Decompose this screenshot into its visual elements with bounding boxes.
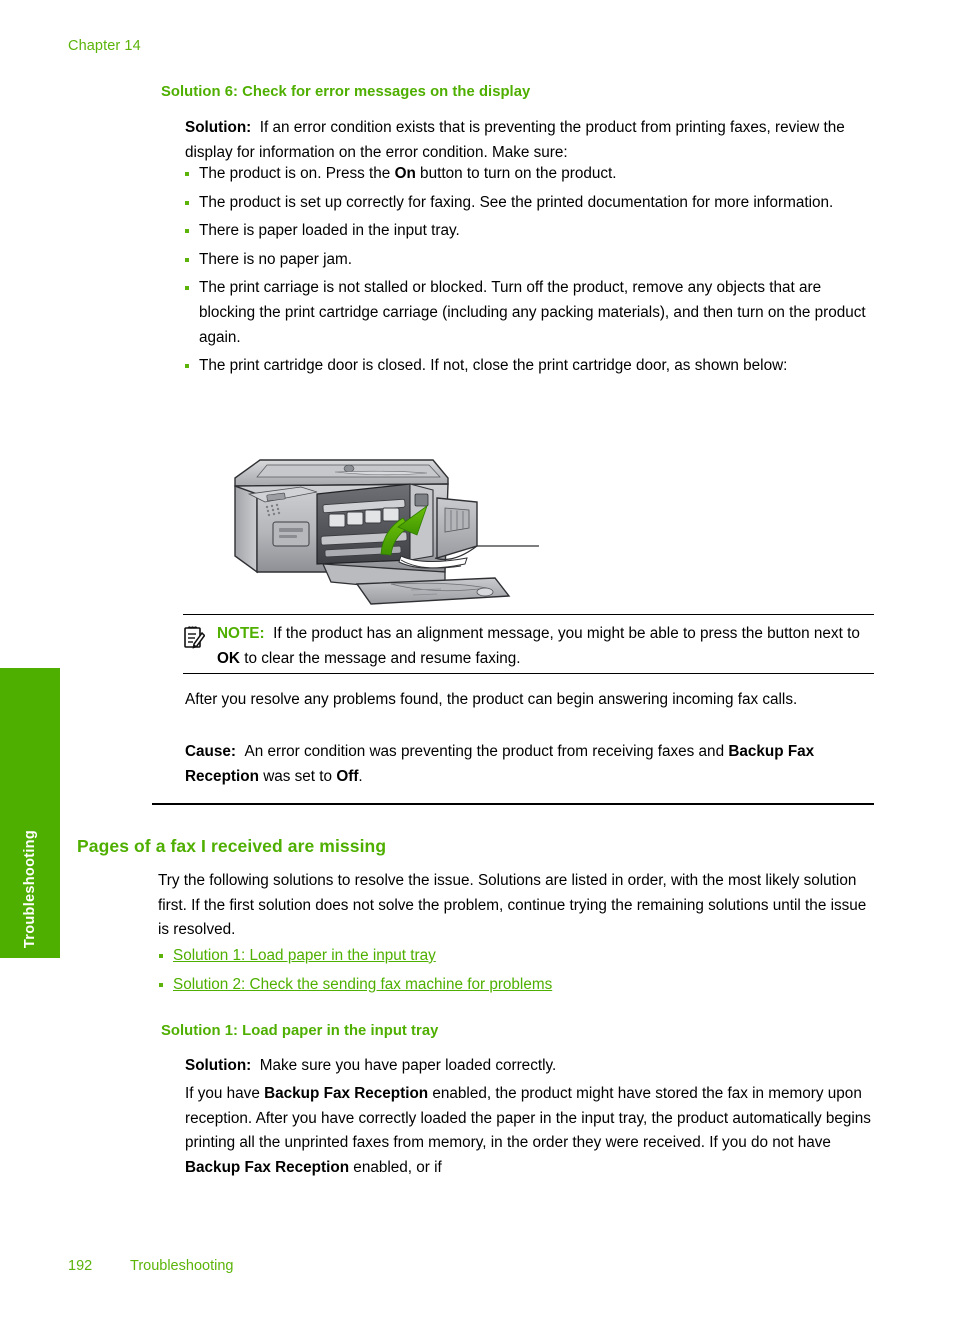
note-text-bold: OK [217,649,240,667]
printer-card-slot [279,528,303,532]
cause-text-bold-2: Off [336,767,359,785]
body-text-bold-2: Backup Fax Reception [185,1158,350,1176]
link-solution-2[interactable]: Solution 2: Check the sending fax machin… [173,976,552,993]
note-label: NOTE: [217,625,265,642]
bullet-icon [185,229,189,234]
chapter-header: Chapter 14 [68,38,141,54]
cause-paragraph: Cause: An error condition was preventing… [185,740,875,789]
list-item: Solution 1: Load paper in the input tray [135,944,850,969]
cause-text-mid: was set to [258,767,337,785]
list-item-text-pre: The product is on. Press the [199,165,395,182]
list-item: The print carriage is not stalled or blo… [161,276,876,350]
heading-pages-missing: Pages of a fax I received are missing [77,836,387,856]
printer-tray-notch [476,587,494,597]
solution-label: Solution: [185,1057,252,1074]
solution-label: Solution: [185,119,252,136]
list-item: There is no paper jam. [161,248,876,273]
solution-body: Make sure you have paper loaded correctl… [259,1057,557,1074]
list-item-text-pre: The print carriage is not stalled or blo… [199,279,866,346]
solution-body: If an error condition exists that is pre… [185,119,845,161]
after-resolve-paragraph: After you resolve any problems found, th… [185,691,798,708]
printer-memory-card-door [272,521,310,547]
solution-1-solution-paragraph: Solution: Make sure you have paper loade… [185,1054,875,1079]
hp-logo-icon [343,464,355,473]
heading-solution-1: Solution 1: Load paper in the input tray [161,1023,439,1039]
bullet-icon [185,286,189,291]
solution-6-bullet-list: The product is on. Press the On button t… [161,162,876,383]
printer-left-side-panel [234,485,258,574]
list-item: Solution 2: Check the sending fax machin… [135,973,850,998]
cause-label: Cause: [185,743,237,760]
list-item: There is paper loaded in the input tray. [161,219,876,244]
list-item: The print cartridge door is closed. If n… [161,354,876,379]
bullet-icon [159,954,163,958]
printer-card-slot [279,535,297,538]
printer-inner-connector [414,493,429,507]
note-text: NOTE: If the product has an alignment me… [183,622,874,671]
list-item-text-bold: On [394,165,416,182]
printer-illustration-svg [234,459,539,605]
page-footer: 192 Troubleshooting [68,1258,233,1274]
note-text-pre: If the product has an alignment message,… [273,625,860,642]
solution-1-body-paragraph: If you have Backup Fax Reception enabled… [185,1082,875,1180]
bullet-icon [185,364,189,369]
cause-text-pre: An error condition was preventing the pr… [244,743,729,760]
list-item-text-pre: There is paper loaded in the input tray. [199,222,460,240]
footer-section-name: Troubleshooting [130,1258,234,1274]
footer-page-number: 192 [68,1258,93,1274]
note-text-post: to clear the message and resume faxing. [239,649,521,667]
list-item: The product is on. Press the On button t… [161,162,876,187]
body-text-post: enabled, or if [349,1158,442,1176]
list-item: The product is set up correctly for faxi… [161,191,876,216]
solution-6-solution-paragraph: Solution: If an error condition exists t… [185,116,875,165]
list-item-text-pre: There is no paper jam. [199,250,353,268]
cause-text-post: . [358,767,363,785]
list-item-text-pre: The print cartridge door is closed. If n… [199,357,788,375]
list-item-text-pre: The product is set up correctly for faxi… [199,193,834,211]
printer-cartridge-door-figure [205,432,545,612]
bullet-icon [185,257,189,262]
document-page: Chapter 14 Troubleshooting Solution 6: C… [0,0,954,1321]
note-block: NOTE: If the product has an alignment me… [183,622,874,671]
pages-missing-intro: Try the following solutions to resolve t… [158,872,867,939]
note-rule-top [183,614,874,615]
bullet-icon [185,172,189,176]
body-text-bold-1: Backup Fax Reception [264,1085,429,1102]
bullet-icon [159,982,163,987]
list-item-text-post: button to turn on the product. [415,165,617,182]
body-text-pre: If you have [185,1085,265,1102]
side-thumb-tab: Troubleshooting [0,668,60,958]
bullet-icon [185,200,189,205]
note-clipboard-pencil-icon [184,626,205,649]
note-rule-bottom [183,673,874,674]
link-solution-1[interactable]: Solution 1: Load paper in the input tray [173,947,436,964]
side-thumb-tab-label: Troubleshooting [22,829,38,948]
pages-missing-link-list: Solution 1: Load paper in the input tray… [135,944,850,1001]
section-separator-rule [152,803,874,805]
heading-solution-6: Solution 6: Check for error messages on … [161,84,531,100]
